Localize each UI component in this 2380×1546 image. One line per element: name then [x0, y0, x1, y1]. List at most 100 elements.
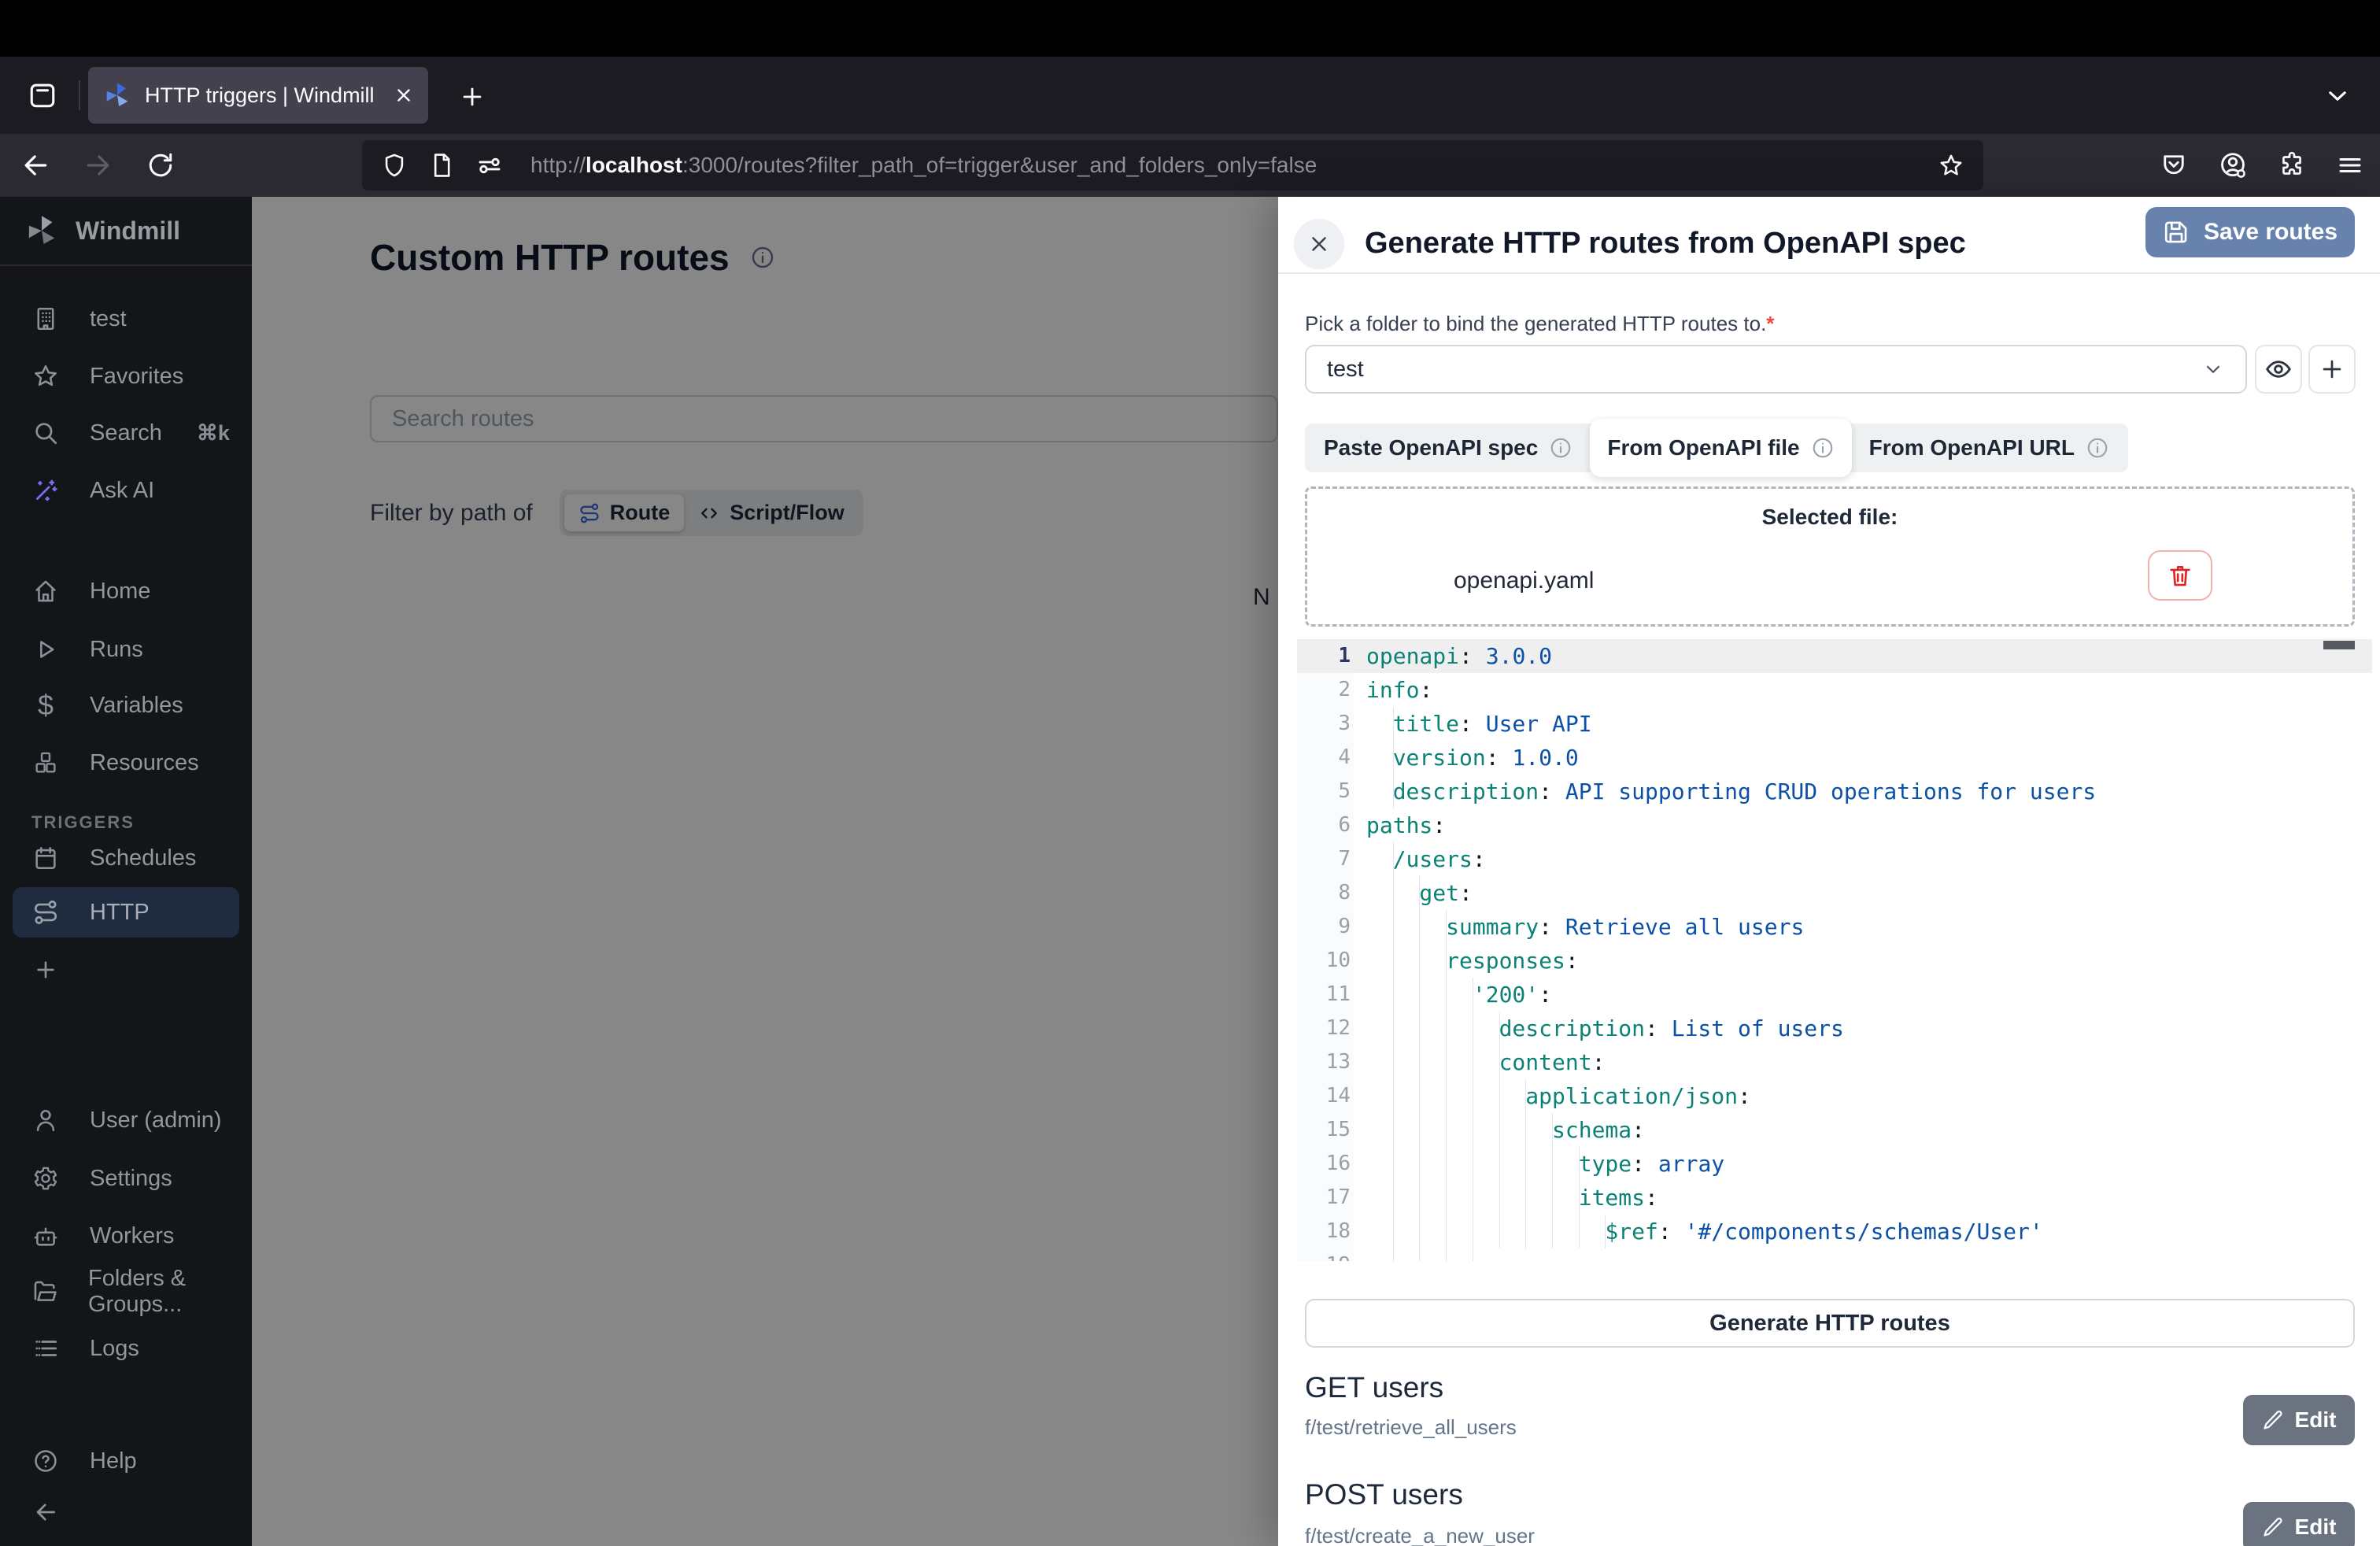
code-line[interactable]: 6 paths: — [1297, 808, 2372, 842]
code-line[interactable]: 7/users: — [1297, 842, 2372, 876]
code-line[interactable]: 18$ref: '#/components/schemas/User' — [1297, 1215, 2372, 1248]
sidebar-add-trigger[interactable] — [0, 945, 252, 995]
url-bar[interactable]: http://localhost:3000/routes?filter_path… — [362, 140, 1983, 190]
windmill-brand[interactable]: Windmill — [0, 197, 252, 266]
firefox-view-button[interactable] — [17, 67, 68, 124]
tab-paste-openapi-spec[interactable]: Paste OpenAPI spec — [1306, 423, 1590, 472]
code-line[interactable]: 8get: — [1297, 876, 2372, 910]
sidebar-item-user[interactable]: User (admin) — [0, 1095, 252, 1145]
sidebar-item-workspace[interactable]: test — [0, 294, 252, 344]
indent-guide — [1525, 1181, 1526, 1215]
sidebar-item-search[interactable]: Search ⌘k — [0, 408, 252, 458]
code-line[interactable]: 15schema: — [1297, 1113, 2372, 1147]
indent-guide — [1446, 978, 1447, 1012]
sidebar-item-favorites[interactable]: Favorites — [0, 351, 252, 401]
back-button[interactable] — [20, 150, 50, 180]
indent-guide — [1446, 1045, 1447, 1079]
add-folder-button[interactable] — [2308, 345, 2356, 394]
code-line[interactable]: 9summary: Retrieve all users — [1297, 910, 2372, 944]
windmill-logo-icon — [24, 213, 60, 249]
page-info-icon[interactable] — [428, 152, 455, 179]
permissions-toggle-icon[interactable] — [475, 151, 504, 179]
indent-guide — [1419, 1248, 1420, 1261]
forward-button[interactable] — [83, 150, 113, 180]
sidebar-item-http[interactable]: HTTP — [13, 887, 239, 938]
code-line[interactable]: 4version: 1.0.0 — [1297, 741, 2372, 775]
tab-close-icon[interactable] — [394, 85, 414, 105]
indent-guide — [1525, 1147, 1526, 1181]
code-line[interactable]: 17items: — [1297, 1181, 2372, 1215]
sidebar-item-home[interactable]: Home — [0, 566, 252, 616]
edit-route-button[interactable]: Edit — [2243, 1502, 2355, 1546]
code-line[interactable]: 10responses: — [1297, 944, 2372, 978]
sidebar-item-help[interactable]: Help — [0, 1436, 252, 1486]
code-text: info: — [1366, 673, 2372, 707]
line-number: 1 — [1297, 639, 1351, 673]
route-path: f/test/retrieve_all_users — [1305, 1415, 1517, 1440]
code-text: paths: — [1366, 808, 2372, 842]
code-line[interactable]: 5description: API supporting CRUD operat… — [1297, 775, 2372, 808]
code-line[interactable]: 16type: array — [1297, 1147, 2372, 1181]
list-tabs-chevron-icon[interactable] — [2319, 79, 2356, 113]
close-drawer-button[interactable] — [1294, 219, 1344, 269]
line-number: 6 — [1297, 808, 1351, 842]
sidebar-item-label: Help — [90, 1448, 137, 1474]
sidebar-item-settings[interactable]: Settings — [0, 1153, 252, 1204]
indent-guide — [1499, 1147, 1500, 1181]
indent-guide — [1393, 775, 1394, 808]
sidebar-item-ask-ai[interactable]: Ask AI — [0, 465, 252, 516]
gear-icon — [31, 1165, 60, 1192]
new-tab-button[interactable] — [450, 75, 494, 119]
sidebar-item-folders[interactable]: Folders & Groups... — [0, 1267, 252, 1317]
editor-scrollbar-marker[interactable] — [2323, 641, 2355, 649]
edit-route-button[interactable]: Edit — [2243, 1395, 2355, 1445]
pocket-icon[interactable] — [2160, 151, 2188, 179]
code-line[interactable]: 2info: — [1297, 673, 2372, 707]
tab-from-openapi-file[interactable]: From OpenAPI file — [1590, 419, 1851, 477]
sidebar-item-variables[interactable]: $ Variables — [0, 680, 252, 730]
code-line[interactable]: 3title: User API — [1297, 707, 2372, 741]
indent-guide — [1419, 1045, 1420, 1079]
preview-folder-button[interactable] — [2255, 345, 2302, 394]
route-name: POST users — [1305, 1478, 1463, 1511]
tab-from-openapi-url[interactable]: From OpenAPI URL — [1852, 423, 2127, 472]
bookmark-star-icon[interactable] — [1938, 152, 1964, 179]
account-icon[interactable] — [2218, 150, 2248, 180]
code-line[interactable]: 1openapi: 3.0.0 — [1297, 639, 2372, 673]
code-line[interactable]: 13content: — [1297, 1045, 2372, 1079]
code-line[interactable]: 14application/json: — [1297, 1079, 2372, 1113]
sidebar-item-logs[interactable]: Logs — [0, 1323, 252, 1374]
sidebar-item-workers[interactable]: Workers — [0, 1211, 252, 1261]
url-text[interactable]: http://localhost:3000/routes?filter_path… — [530, 153, 1917, 178]
line-number: 3 — [1297, 707, 1351, 741]
tab-separator — [79, 80, 80, 110]
code-line[interactable]: 19 — [1297, 1248, 2372, 1261]
hamburger-menu-icon[interactable] — [2336, 151, 2364, 179]
code-text: content: — [1366, 1045, 2372, 1079]
shield-icon[interactable] — [381, 152, 408, 179]
line-number: 18 — [1297, 1215, 1351, 1248]
code-text: '200': — [1366, 978, 2372, 1012]
generate-http-routes-button[interactable]: Generate HTTP routes — [1305, 1299, 2355, 1348]
indent-guide — [1499, 1079, 1500, 1113]
calendar-icon — [31, 845, 60, 871]
drawer-backdrop[interactable] — [252, 197, 1278, 1546]
folder-select[interactable]: test — [1305, 345, 2247, 394]
save-icon — [2163, 219, 2190, 246]
sidebar-item-label: Schedules — [90, 845, 196, 871]
remove-file-button[interactable] — [2148, 550, 2212, 601]
sidebar-item-resources[interactable]: Resources — [0, 738, 252, 788]
reload-button[interactable] — [146, 151, 175, 179]
openapi-code-editor[interactable]: 1openapi: 3.0.02info:3title: User API4ve… — [1297, 639, 2372, 1261]
indent-guide — [1393, 1147, 1394, 1181]
sidebar-item-runs[interactable]: Runs — [0, 624, 252, 675]
sidebar-collapse-button[interactable] — [0, 1487, 252, 1537]
code-line[interactable]: 12description: List of users — [1297, 1012, 2372, 1045]
indent-guide — [1552, 1113, 1553, 1147]
browser-tab[interactable]: HTTP triggers | Windmill — [88, 67, 428, 124]
line-number: 4 — [1297, 741, 1351, 775]
sidebar-item-schedules[interactable]: Schedules — [0, 833, 252, 883]
save-routes-button[interactable]: Save routes — [2145, 207, 2355, 257]
extensions-puzzle-icon[interactable] — [2278, 151, 2306, 179]
code-line[interactable]: 11'200': — [1297, 978, 2372, 1012]
